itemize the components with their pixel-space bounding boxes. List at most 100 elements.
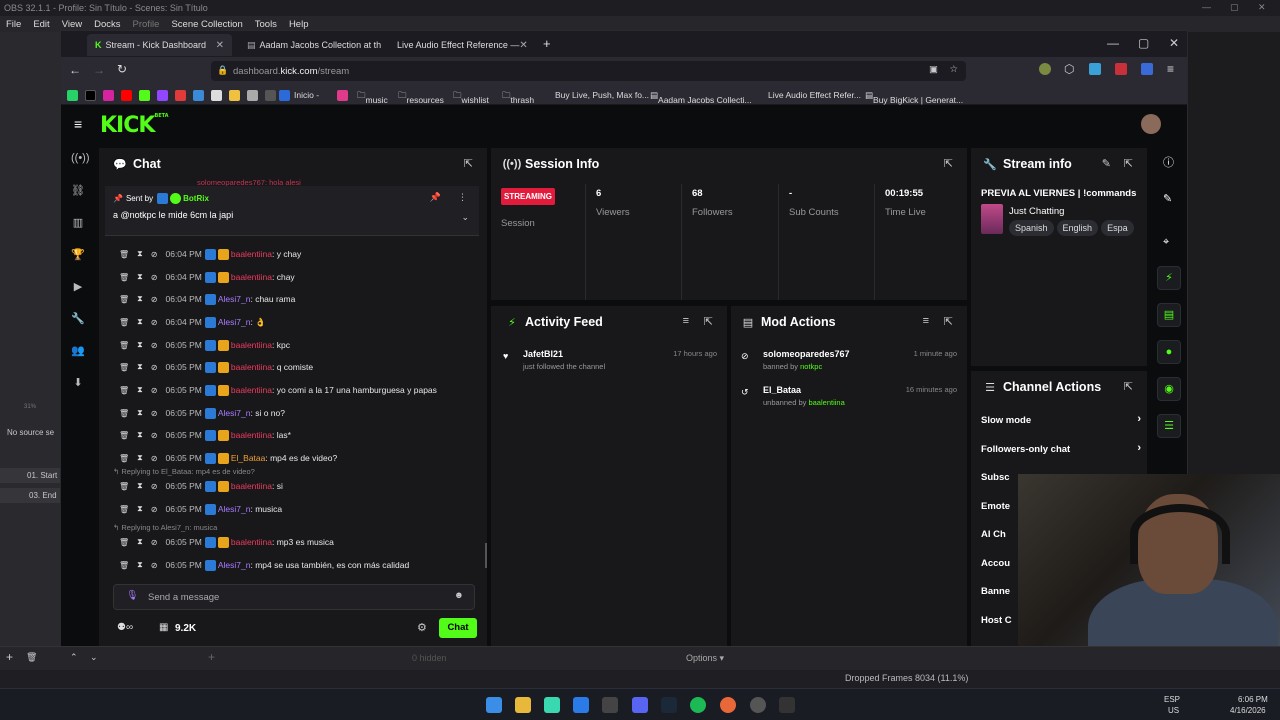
app-icon[interactable] bbox=[750, 697, 766, 713]
chat-message[interactable]: 🗑 ⧗ ⊘ 06:05 PM baalentiina: q comiste bbox=[119, 358, 313, 376]
chat-username[interactable]: Alesi7_n bbox=[218, 408, 251, 418]
bookmark-buy-live[interactable]: Buy Live, Push, Max fo... bbox=[555, 90, 649, 100]
chat-username[interactable]: baalentiina bbox=[231, 249, 272, 259]
pinned-user[interactable]: BotRix bbox=[183, 194, 209, 203]
bookmark-icon[interactable] bbox=[337, 90, 348, 101]
timeout-icon[interactable]: ⧗ bbox=[137, 481, 143, 491]
wrench-icon[interactable]: 🔧 bbox=[71, 312, 85, 326]
chat-message[interactable]: 🗑 ⧗ ⊘ 06:05 PM baalentiina: yo comi a la 17 … bbox=[119, 381, 437, 399]
chat-message[interactable]: 🗑 ⧗ ⊘ 06:05 PM Alesi7_n: si o no? bbox=[119, 404, 285, 422]
menu-icon[interactable]: ≡ bbox=[1167, 62, 1174, 76]
spotify-icon[interactable] bbox=[690, 697, 706, 713]
ban-icon[interactable]: ⊘ bbox=[151, 561, 158, 570]
maximize-icon[interactable]: ▢ bbox=[1138, 36, 1149, 50]
ban-icon[interactable]: ⊘ bbox=[151, 386, 158, 395]
timeout-icon[interactable]: ⧗ bbox=[137, 249, 143, 259]
chat-username[interactable]: Alesi7_n bbox=[218, 317, 251, 327]
trash-icon[interactable]: 🗑 bbox=[119, 505, 129, 514]
chat-username[interactable]: Alesi7_n bbox=[218, 294, 251, 304]
ban-icon[interactable]: ⊘ bbox=[151, 363, 158, 372]
chat-bubble-icon[interactable]: ● bbox=[1157, 340, 1181, 364]
tag[interactable]: Espa bbox=[1101, 220, 1134, 236]
minimize-icon[interactable]: — bbox=[1202, 2, 1211, 12]
bookmark-icon[interactable] bbox=[247, 90, 258, 101]
extension-icon[interactable] bbox=[1089, 63, 1101, 75]
scene-item[interactable]: 01. Start bbox=[0, 468, 60, 483]
chevron-down-icon[interactable]: ⌄ bbox=[461, 212, 469, 223]
ban-icon[interactable]: ⊘ bbox=[151, 454, 158, 463]
avatar[interactable] bbox=[1141, 114, 1161, 134]
broadcast-icon[interactable]: ◉ bbox=[1157, 377, 1181, 401]
trash-icon[interactable]: 🗑 bbox=[119, 454, 129, 463]
scrollbar[interactable] bbox=[485, 543, 487, 568]
popout-icon[interactable]: ⇱ bbox=[1124, 380, 1133, 393]
chat-username[interactable]: baalentiina bbox=[231, 430, 272, 440]
forward-icon[interactable]: → bbox=[93, 63, 105, 77]
bookmark-icon[interactable] bbox=[193, 90, 204, 101]
timeout-icon[interactable]: ⧗ bbox=[137, 362, 143, 372]
popout-icon[interactable]: ⇱ bbox=[944, 157, 953, 170]
category-thumbnail[interactable] bbox=[981, 204, 1003, 234]
users-icon[interactable]: ⚉∞ bbox=[117, 622, 133, 633]
ban-icon[interactable]: ⊘ bbox=[151, 250, 158, 259]
folder-icon[interactable] bbox=[515, 697, 531, 713]
chat-message[interactable]: 🗑 ⧗ ⊘ 06:04 PM baalentiina: chay bbox=[119, 268, 295, 286]
start-icon[interactable] bbox=[486, 697, 502, 713]
menu-file[interactable]: File bbox=[0, 19, 27, 30]
discord-icon[interactable] bbox=[632, 697, 648, 713]
extensions-icon[interactable]: ⬡ bbox=[1064, 62, 1074, 76]
add-source-icon[interactable]: + bbox=[208, 650, 215, 664]
trash-icon[interactable]: 🗑 bbox=[119, 386, 129, 395]
timeout-icon[interactable]: ⧗ bbox=[137, 537, 143, 547]
new-tab-icon[interactable]: + bbox=[543, 36, 551, 51]
document-icon[interactable]: ▤ bbox=[1157, 303, 1181, 327]
trash-icon[interactable]: 🗑 bbox=[119, 561, 129, 570]
kick-logo[interactable]: KICKBETA bbox=[100, 113, 169, 138]
up-icon[interactable]: ⌃ bbox=[70, 652, 78, 663]
menu-edit[interactable]: Edit bbox=[27, 19, 55, 30]
trash-icon[interactable]: 🗑 bbox=[119, 538, 129, 547]
server-icon[interactable]: ☰ bbox=[1157, 414, 1181, 438]
menu-view[interactable]: View bbox=[56, 19, 88, 30]
chat-message[interactable]: 🗑 ⧗ ⊘ 06:04 PM baalentiina: y chay bbox=[119, 245, 301, 263]
chat-message[interactable]: 🗑 ⧗ ⊘ 06:05 PM El_Bataa: mp4 es de video? bbox=[119, 449, 337, 467]
reader-icon[interactable]: ▣ bbox=[929, 64, 938, 75]
mic-icon[interactable]: 🎙 bbox=[126, 590, 138, 601]
chat-username[interactable]: El_Bataa bbox=[231, 453, 266, 463]
timeout-icon[interactable]: ⧗ bbox=[137, 430, 143, 440]
hamburger-icon[interactable]: ≡ bbox=[74, 116, 82, 132]
reload-icon[interactable]: ↻ bbox=[117, 62, 127, 76]
live-icon[interactable] bbox=[779, 697, 795, 713]
tag[interactable]: Spanish bbox=[1009, 220, 1054, 236]
trash-icon[interactable]: 🗑 bbox=[119, 273, 129, 282]
ban-icon[interactable]: ⊘ bbox=[151, 505, 158, 514]
bookmark-icon[interactable] bbox=[265, 90, 276, 101]
send-chat-button[interactable]: Chat bbox=[439, 618, 477, 638]
bookmark-icon[interactable] bbox=[175, 90, 186, 101]
trash-icon[interactable]: 🗑 bbox=[26, 652, 37, 663]
popout-icon[interactable]: ⇱ bbox=[1124, 157, 1133, 170]
star-icon[interactable]: ☆ bbox=[949, 64, 958, 75]
pin-icon[interactable]: 📌 bbox=[430, 192, 441, 203]
url-bar[interactable]: 🔒 dashboard. kick.com/stream ▣ ☆ bbox=[211, 61, 966, 81]
folder-wishlist[interactable]: 🗀 wishlist bbox=[453, 90, 489, 105]
ban-icon[interactable]: ⊘ bbox=[151, 431, 158, 440]
youtube-icon[interactable] bbox=[121, 90, 132, 101]
ban-icon[interactable]: ⊘ bbox=[151, 341, 158, 350]
chat-username[interactable]: baalentiina bbox=[231, 340, 272, 350]
users-icon[interactable]: 👥 bbox=[71, 344, 85, 358]
timeout-icon[interactable]: ⧗ bbox=[137, 560, 143, 570]
popout-icon[interactable]: ⇱ bbox=[464, 157, 473, 170]
chat-message[interactable]: 🗑 ⧗ ⊘ 06:04 PM Alesi7_n: chau rama bbox=[119, 290, 295, 308]
language[interactable]: ESP bbox=[1164, 695, 1180, 704]
filter-icon[interactable]: ≡ bbox=[923, 315, 929, 327]
video-icon[interactable]: ▶ bbox=[71, 280, 85, 294]
close-tab-icon[interactable]: ✕ bbox=[519, 40, 527, 51]
analytics-icon[interactable]: ▥ bbox=[71, 216, 85, 230]
timeout-icon[interactable]: ⧗ bbox=[137, 317, 143, 327]
target-icon[interactable]: ⌖ bbox=[1163, 236, 1169, 249]
bookmark-bigkick[interactable]: ▤ Buy BigKick | Generat... bbox=[865, 90, 963, 105]
timeout-icon[interactable]: ⧗ bbox=[137, 294, 143, 304]
whatsapp-icon[interactable] bbox=[67, 90, 78, 101]
scene-item[interactable]: 03. End bbox=[0, 488, 60, 503]
